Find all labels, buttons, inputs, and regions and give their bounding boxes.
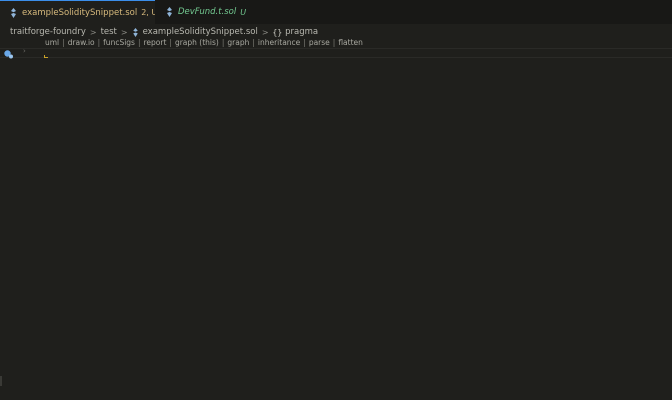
chevron-right-icon: >	[261, 27, 269, 37]
scroll-marker	[0, 376, 2, 386]
tab-status-badge: U	[240, 7, 247, 17]
chevron-right-icon: >	[120, 27, 128, 37]
codelens-separator: |	[62, 38, 65, 47]
code-lens-bar: uml | draw.io | funcSigs | report | grap…	[45, 37, 363, 48]
chevron-right-icon: >	[89, 27, 97, 37]
codelens-separator: |	[332, 38, 336, 47]
codelens-drawio[interactable]: draw.io	[68, 38, 95, 47]
solidity-file-icon	[10, 7, 17, 18]
editor-window: exampleSoliditySnippet.sol 2, U DevFund.…	[0, 0, 672, 400]
tab-bar: exampleSoliditySnippet.sol 2, U DevFund.…	[0, 0, 672, 24]
debug-hint-icon[interactable]	[3, 45, 14, 59]
symbol-braces-icon: {}	[272, 27, 283, 37]
codelens-separator: |	[137, 38, 141, 47]
breadcrumb-item-folder[interactable]: test	[101, 27, 117, 37]
tab-label: DevFund.t.sol	[178, 7, 237, 17]
codelens-funcsigs[interactable]: funcSigs	[103, 38, 135, 47]
codelens-separator: |	[97, 38, 101, 47]
current-line-highlight	[0, 48, 672, 58]
breadcrumb-item-folder[interactable]: traitforge-foundry	[10, 27, 86, 37]
tab-devfund-test[interactable]: DevFund.t.sol U	[155, 0, 265, 24]
codelens-parse[interactable]: parse	[309, 38, 330, 47]
codelens-graph-this[interactable]: graph (this)	[175, 38, 219, 47]
codelens-graph[interactable]: graph	[227, 38, 249, 47]
fold-chevron-icon[interactable]: ›	[23, 47, 26, 55]
codelens-separator: |	[169, 38, 172, 47]
breadcrumb-item-symbol[interactable]: pragma	[285, 27, 318, 37]
codelens-flatten[interactable]: flatten	[338, 38, 363, 47]
codelens-separator: |	[221, 38, 225, 47]
codelens-report[interactable]: report	[144, 38, 167, 47]
codelens-separator: |	[252, 38, 255, 47]
tab-example-solidity-snippet[interactable]: exampleSoliditySnippet.sol 2, U	[0, 0, 157, 24]
text-cursor	[44, 55, 48, 58]
solidity-file-icon	[132, 27, 139, 37]
codelens-uml[interactable]: uml	[45, 38, 59, 47]
codelens-inheritance[interactable]: inheritance	[258, 38, 300, 47]
solidity-file-icon	[165, 7, 173, 17]
breadcrumb-item-file[interactable]: exampleSoliditySnippet.sol	[143, 27, 258, 37]
tab-label: exampleSoliditySnippet.sol	[22, 7, 138, 18]
codelens-separator: |	[303, 38, 306, 47]
tab-bar-empty-area[interactable]	[265, 0, 672, 24]
